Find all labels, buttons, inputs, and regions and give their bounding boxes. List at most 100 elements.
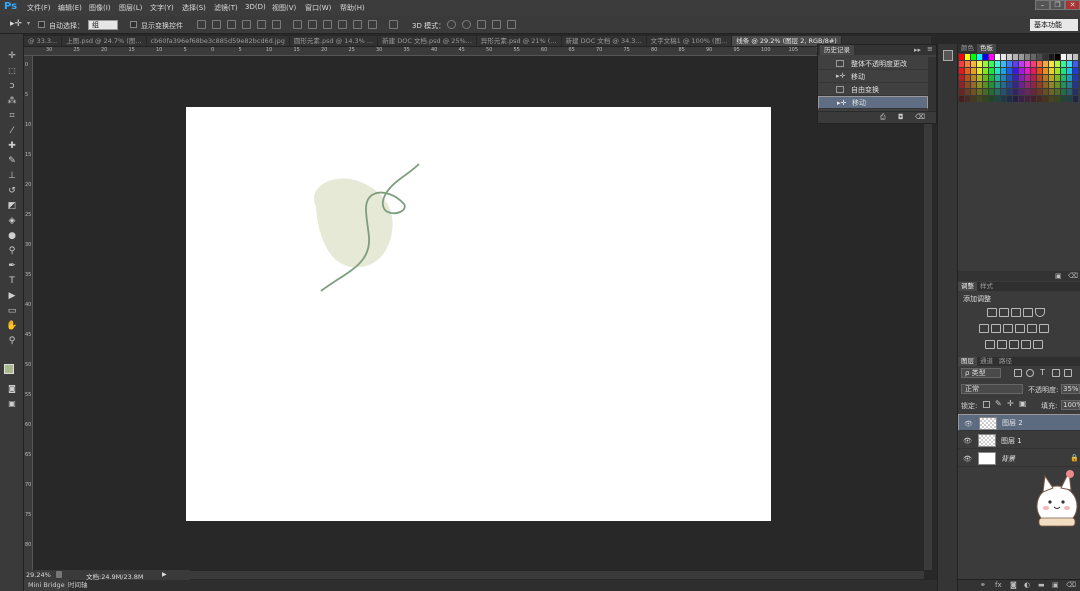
horizontal-scrollbar[interactable] [190,571,924,579]
color-swatch[interactable] [1013,89,1018,95]
color-swatch[interactable] [1073,82,1078,88]
color-swatch[interactable] [989,54,994,60]
path-select-icon[interactable]: ▶ [6,290,18,302]
eraser-tool-icon[interactable]: ◩ [6,200,18,212]
color-swatch[interactable] [1001,54,1006,60]
color-swatch[interactable] [1031,61,1036,67]
history-item[interactable]: 自由变换 [818,83,928,96]
color-swatch[interactable] [977,96,982,102]
layer-name[interactable]: 图层 1 [1001,436,1022,446]
color-swatch[interactable] [965,54,970,60]
distribute-right-icon[interactable] [368,20,377,29]
color-swatch[interactable] [1067,68,1072,74]
color-swatch[interactable] [1061,68,1066,74]
color-swatch[interactable] [1073,61,1078,67]
brush-tool-icon[interactable]: ✎ [6,155,18,167]
align-bottom-icon[interactable] [227,20,236,29]
trash-icon[interactable]: ⌫ [1068,272,1078,280]
eye-icon[interactable]: 👁 [963,437,972,445]
menu-image[interactable]: 图像(I) [89,3,111,13]
status-arrow-icon[interactable]: ▶ [162,571,167,578]
filter-smart-icon[interactable] [1064,369,1072,377]
posterize-icon[interactable] [997,340,1007,349]
color-swatch[interactable] [1055,96,1060,102]
blur-tool-icon[interactable]: ● [6,230,18,242]
color-swatch[interactable] [1001,61,1006,67]
history-item[interactable]: ▸✛ 移动 [818,70,928,83]
color-swatch[interactable] [1007,61,1012,67]
auto-select-checkbox[interactable] [38,21,45,28]
color-swatch[interactable] [989,89,994,95]
color-swatch[interactable] [1013,82,1018,88]
3d-pan-icon[interactable] [477,20,486,29]
menu-window[interactable]: 窗口(W) [305,3,331,13]
color-swatch[interactable] [1055,54,1060,60]
color-swatch[interactable] [1049,75,1054,81]
add-mask-icon[interactable]: ◙ [1010,581,1017,589]
color-swatch[interactable] [1043,82,1048,88]
panel-collapse-icon[interactable]: ▸▸ [914,46,921,54]
color-swatch[interactable] [1049,61,1054,67]
menu-edit[interactable]: 编辑(E) [58,3,82,13]
history-brush-icon[interactable]: ↺ [6,185,18,197]
restore-button[interactable]: ❐ [1050,0,1065,10]
color-swatch[interactable] [1025,82,1030,88]
color-swatch[interactable] [1031,96,1036,102]
screen-mode-icon[interactable]: ▣ [6,398,18,410]
color-swatch[interactable] [983,82,988,88]
zoom-tool-icon[interactable]: ⚲ [6,335,18,347]
tab-styles[interactable]: 样式 [977,282,996,291]
chevron-down-icon[interactable]: ▾ [27,20,30,27]
auto-align-icon[interactable] [389,20,398,29]
3d-scale-icon[interactable] [507,20,516,29]
color-swatch[interactable] [1037,89,1042,95]
color-swatch[interactable] [1031,68,1036,74]
zoom-level[interactable]: 29.24% [26,571,51,579]
color-swatch[interactable] [1061,54,1066,60]
color-swatch[interactable] [1031,75,1036,81]
lock-move-icon[interactable]: ✛ [1007,399,1014,408]
color-swatch[interactable] [1007,89,1012,95]
align-hcenter-icon[interactable] [257,20,266,29]
color-swatch[interactable] [971,82,976,88]
new-layer-icon[interactable]: ▣ [1052,581,1059,589]
color-swatch[interactable] [1055,82,1060,88]
foreground-color-swatch[interactable] [4,364,14,374]
color-swatch[interactable] [1049,82,1054,88]
filter-adjust-icon[interactable] [1026,369,1034,377]
color-swatch[interactable] [1037,68,1042,74]
tab-mini-bridge[interactable]: Mini Bridge [24,580,69,591]
color-swatch[interactable] [971,96,976,102]
menu-filter[interactable]: 滤镜(T) [214,3,238,13]
color-balance-icon[interactable] [991,324,1001,333]
color-swatch[interactable] [995,82,1000,88]
layer-name[interactable]: 背景 [1001,454,1015,464]
doc-tab[interactable]: cb60fa396ef68be3c885d59e82bcd6d.jpg [147,36,290,46]
color-swatch[interactable] [983,54,988,60]
photo-filter-icon[interactable] [1015,324,1025,333]
lock-all-icon[interactable]: ▣ [1019,399,1027,408]
new-group-icon[interactable]: ▬ [1038,581,1045,589]
distribute-top-icon[interactable] [293,20,302,29]
color-swatch[interactable] [959,96,964,102]
color-swatch[interactable] [1067,54,1072,60]
color-swatch[interactable] [989,82,994,88]
color-swatch[interactable] [1037,75,1042,81]
move-tool-preset-icon[interactable]: ▸✛ [10,19,22,29]
color-swatch[interactable] [983,96,988,102]
color-swatch[interactable] [1013,54,1018,60]
color-swatch[interactable] [965,82,970,88]
color-swatch[interactable] [1019,68,1024,74]
color-swatch[interactable] [1055,75,1060,81]
color-swatch[interactable] [1001,75,1006,81]
color-swatch[interactable] [983,61,988,67]
align-vcenter-icon[interactable] [212,20,221,29]
move-tool-icon[interactable]: ✛ [6,50,18,62]
quick-select-tool-icon[interactable]: ⁂ [6,95,18,107]
color-swatch[interactable] [977,75,982,81]
color-swatch[interactable] [1067,82,1072,88]
color-swatch[interactable] [1049,96,1054,102]
panel-menu-icon[interactable]: ≡ [927,45,933,53]
color-swatch[interactable] [1043,54,1048,60]
color-swatch[interactable] [1043,68,1048,74]
